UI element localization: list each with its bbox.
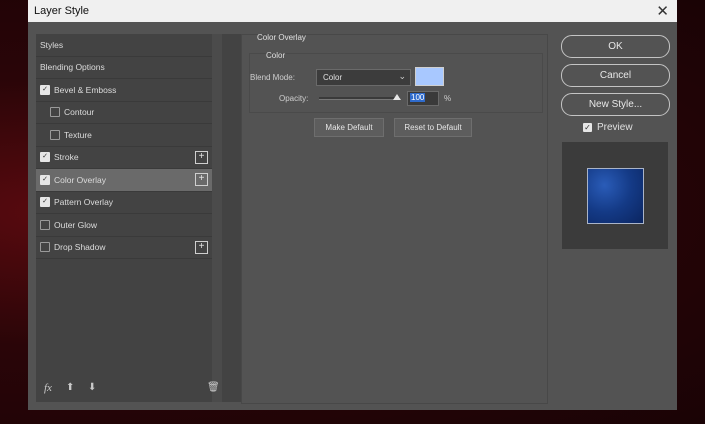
overlay-color-swatch[interactable] — [415, 67, 444, 86]
styles-scrollbar[interactable] — [212, 34, 222, 402]
close-icon[interactable]: ✕ — [656, 2, 669, 20]
style-item-label: Contour — [64, 107, 95, 118]
style-item-drop-shadow[interactable]: Drop Shadow + — [36, 237, 212, 259]
preview-toggle[interactable]: ✓ Preview — [583, 122, 633, 133]
style-checkbox[interactable]: ✓ — [40, 174, 50, 185]
style-item-outer-glow[interactable]: Outer Glow — [36, 214, 212, 237]
add-effect-icon[interactable]: + — [195, 240, 208, 254]
style-item-contour[interactable]: Contour — [36, 102, 212, 124]
style-checkbox[interactable]: ✓ — [40, 197, 50, 208]
preview-label: Preview — [597, 122, 633, 133]
settings-panel: Color Overlay Color — [241, 33, 548, 404]
chevron-down-icon: ⌄ — [398, 71, 406, 81]
style-item-label: Texture — [64, 129, 92, 140]
opacity-value: 100 — [410, 93, 426, 102]
section-title: Color Overlay — [257, 33, 306, 42]
trash-icon[interactable]: 🗑 — [207, 382, 220, 393]
style-item-label: Drop Shadow — [54, 242, 106, 253]
cancel-button[interactable]: Cancel — [561, 64, 670, 87]
preview-thumbnail — [587, 168, 644, 224]
ok-button[interactable]: OK — [561, 35, 670, 58]
blend-mode-select[interactable]: Color ⌄ — [316, 69, 411, 86]
title-bar: Layer Style ✕ — [28, 0, 677, 22]
styles-list: Styles Blending Options ✓ Bevel & Emboss Con… — [36, 34, 212, 259]
opacity-slider[interactable] — [319, 97, 400, 100]
style-item-label: Outer Glow — [54, 219, 97, 230]
style-checkbox[interactable]: ✓ — [40, 84, 50, 95]
style-checkbox[interactable]: ✓ — [40, 152, 50, 163]
opacity-unit: % — [444, 94, 452, 103]
style-checkbox[interactable] — [40, 219, 50, 230]
style-checkbox[interactable] — [40, 242, 50, 253]
add-effect-icon[interactable]: + — [195, 173, 208, 186]
style-item-label: Pattern Overlay — [54, 197, 114, 208]
fx-icon[interactable]: fx — [44, 382, 52, 394]
style-checkbox[interactable] — [50, 107, 60, 118]
opacity-input[interactable]: 100 — [407, 91, 439, 106]
opacity-slider-thumb[interactable] — [393, 94, 401, 100]
preview-checkbox[interactable]: ✓ — [583, 123, 592, 132]
style-item-pattern-overlay[interactable]: ✓ Pattern Overlay — [36, 192, 212, 214]
add-effect-icon[interactable]: + — [195, 150, 208, 164]
preview-thumbnail-area — [562, 142, 668, 249]
dialog-title: Layer Style — [34, 5, 90, 17]
style-item-label: Styles — [40, 39, 64, 50]
style-item-color-overlay[interactable]: ✓ Color Overlay + — [36, 169, 212, 192]
arrow-down-icon[interactable]: ⬇ — [88, 382, 96, 393]
arrow-up-icon[interactable]: ⬆ — [66, 382, 74, 393]
styles-panel: Styles Blending Options ✓ Bevel & Emboss Con… — [36, 34, 241, 402]
style-item-label: Color Overlay — [54, 174, 106, 185]
blend-mode-value: Color — [323, 73, 343, 82]
group-title: Color — [266, 51, 286, 60]
style-item-blending-options[interactable]: Blending Options — [36, 57, 212, 79]
reset-to-default-button[interactable]: Reset to Default — [394, 118, 472, 137]
style-item-bevel-emboss[interactable]: ✓ Bevel & Emboss — [36, 79, 212, 102]
style-checkbox[interactable] — [50, 129, 60, 140]
styles-toolbar: fx ⬆ ⬇ 🗑 — [36, 382, 241, 398]
opacity-label: Opacity: — [279, 94, 309, 103]
style-item-stroke[interactable]: ✓ Stroke + — [36, 147, 212, 169]
style-item-texture[interactable]: Texture — [36, 124, 212, 147]
style-item-label: Blending Options — [40, 62, 105, 73]
new-style-button[interactable]: New Style... — [561, 93, 670, 116]
style-item-label: Bevel & Emboss — [54, 84, 117, 95]
blend-mode-label: Blend Mode: — [250, 73, 295, 82]
make-default-button[interactable]: Make Default — [314, 118, 384, 137]
style-item-styles[interactable]: Styles — [36, 34, 212, 57]
style-item-label: Stroke — [54, 152, 79, 163]
